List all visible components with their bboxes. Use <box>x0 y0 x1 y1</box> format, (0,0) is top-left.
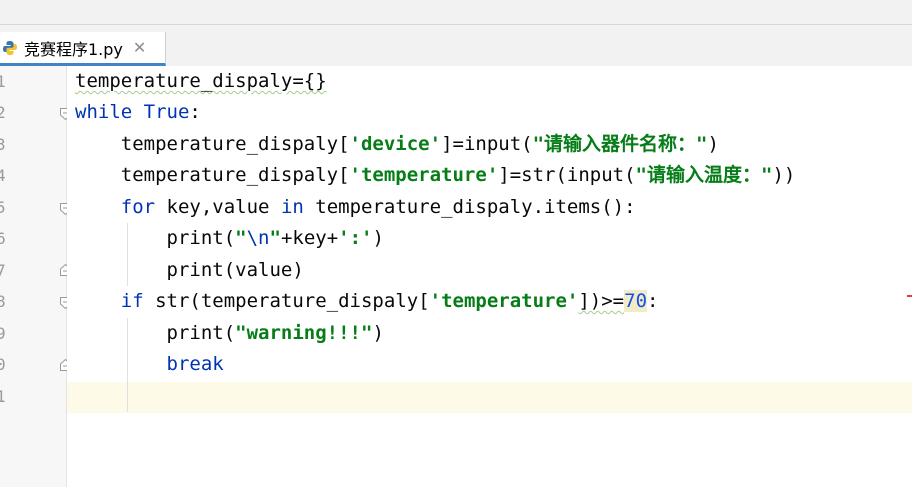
line-number: 5 <box>0 198 6 217</box>
code-line-9[interactable]: print("warning!!!") <box>75 318 384 349</box>
code-text: )) <box>772 164 796 186</box>
editor-tab-active[interactable]: 竞赛程序1.py ✕ <box>0 32 166 66</box>
code-text: temperature_dispaly={} <box>75 70 327 92</box>
line-number: 1 <box>0 387 6 406</box>
code-line-10[interactable]: break <box>75 349 224 380</box>
string-literal: "warning!!!" <box>235 322 373 344</box>
code-line-6[interactable]: print("\n"+key+':') <box>75 223 384 254</box>
code-text: +key+ <box>280 227 339 249</box>
code-text: print(value) <box>75 259 304 281</box>
line-number: 8 <box>0 292 6 311</box>
code-text: key,value <box>155 196 281 218</box>
string-literal: "请输入器件名称：" <box>532 133 708 155</box>
string-literal: ':' <box>338 227 373 249</box>
string-literal: 'temperature' <box>429 290 579 312</box>
keyword-true: True <box>143 101 190 123</box>
keyword-in: in <box>280 196 304 218</box>
line-number: 3 <box>0 135 6 154</box>
string-literal: " <box>269 227 281 249</box>
tab-label: 竞赛程序1.py <box>24 39 123 59</box>
line-number: 6 <box>0 229 6 248</box>
error-stripe-marker[interactable] <box>907 295 912 297</box>
code-line-5[interactable]: for key,value in temperature_dispaly.ite… <box>75 192 636 223</box>
code-line-1[interactable]: temperature_dispaly={} <box>75 66 327 97</box>
line-number: 1 <box>0 72 6 91</box>
string-literal: "请输入温度：" <box>635 164 773 186</box>
current-line-highlight <box>67 382 912 413</box>
code-text: print( <box>166 227 236 249</box>
code-text: temperature_dispaly.items(): <box>303 196 636 218</box>
code-line-2[interactable]: while True: <box>75 97 201 128</box>
line-number: 2 <box>0 103 6 122</box>
line-number: 7 <box>0 261 6 280</box>
code-line-3[interactable]: temperature_dispaly['device']=input("请输入… <box>75 129 719 160</box>
code-text: ) <box>372 227 384 249</box>
close-tab-icon[interactable]: ✕ <box>133 38 146 57</box>
keyword-if: if <box>120 290 144 312</box>
string-literal: " <box>235 227 247 249</box>
code-text: ) <box>707 133 719 155</box>
line-number-gutter[interactable]: 1 2 3 4 5 6 7 8 9 0 1 <box>0 66 71 487</box>
line-number: 9 <box>0 324 6 343</box>
code-line-7[interactable]: print(value) <box>75 255 304 286</box>
code-line-8[interactable]: if str(temperature_dispaly['temperature'… <box>75 286 658 317</box>
code-text: temperature_dispaly[ <box>75 133 350 155</box>
code-text: ])>= <box>578 290 625 312</box>
code-text: : <box>647 290 659 312</box>
code-text: ]=str(input( <box>498 164 636 186</box>
keyword-break: break <box>166 353 224 375</box>
code-line-4[interactable]: temperature_dispaly['temperature']=str(i… <box>75 160 796 191</box>
python-file-icon <box>3 40 17 55</box>
code-text: : <box>189 101 201 123</box>
code-text: print( <box>166 322 236 344</box>
top-toolbar <box>0 0 912 25</box>
keyword-for: for <box>120 196 156 218</box>
code-text: str(temperature_dispaly[ <box>143 290 430 312</box>
code-text: ) <box>372 322 384 344</box>
string-literal: 'device' <box>349 133 442 155</box>
keyword-while: while <box>75 101 133 123</box>
line-number: 0 <box>0 355 6 374</box>
code-text: temperature_dispaly[ <box>75 164 350 186</box>
number-literal: 70 <box>624 290 648 312</box>
escape-sequence: \n <box>246 227 270 249</box>
code-text: ]=input( <box>441 133 533 155</box>
line-number: 4 <box>0 166 6 185</box>
string-literal: 'temperature' <box>349 164 499 186</box>
editor-tab-bar: 竞赛程序1.py ✕ <box>0 25 912 67</box>
